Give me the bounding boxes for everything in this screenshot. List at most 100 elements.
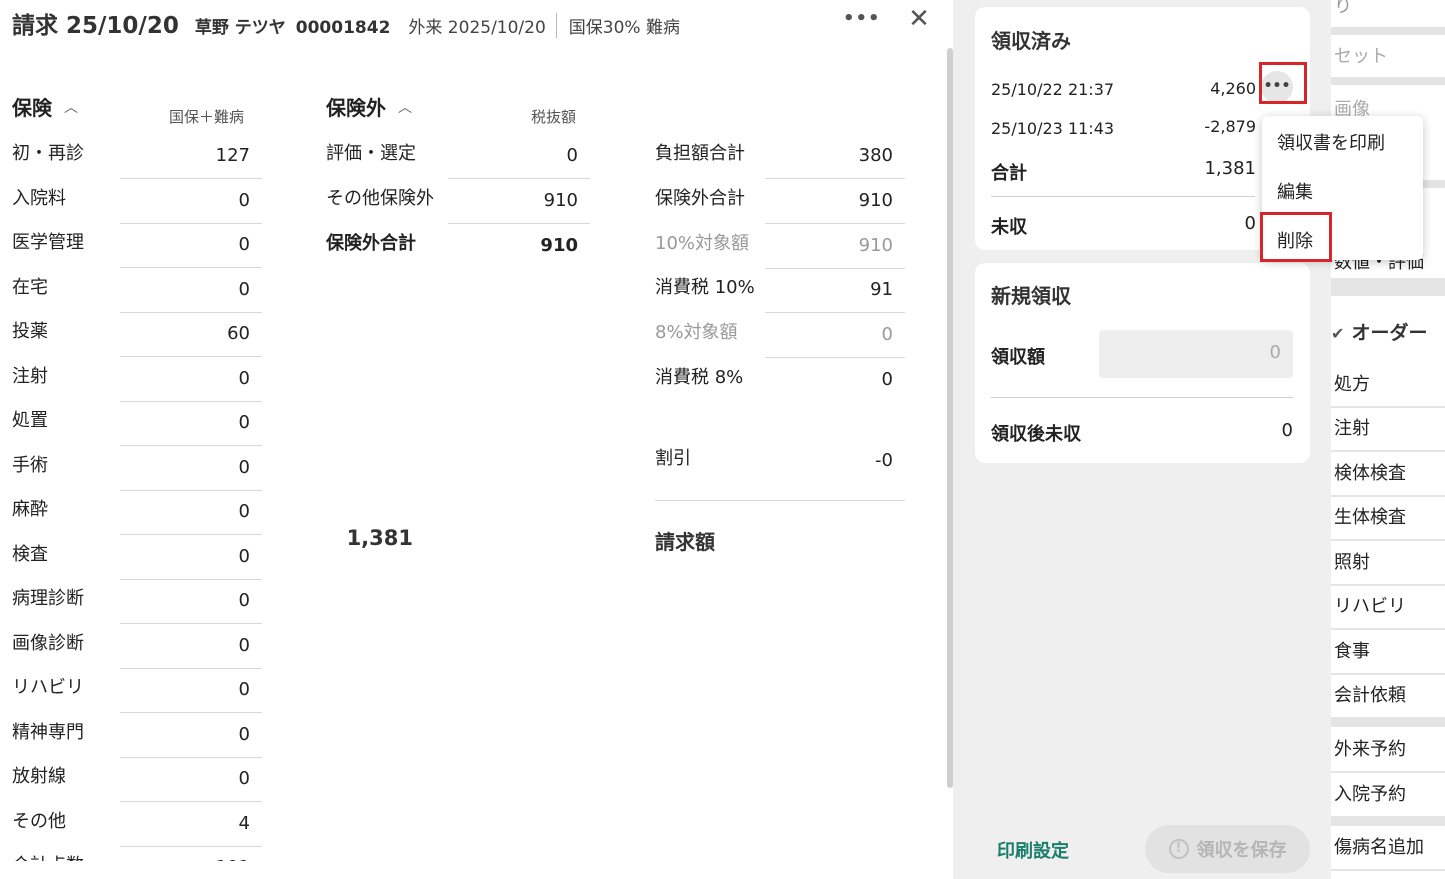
receipt-amount-2: -2,879 (1204, 117, 1256, 136)
table-row: その他 4 (12, 803, 262, 847)
row-label: 負担額合計 (655, 143, 745, 164)
print-receipt-menu-item[interactable]: 領収書を印刷 (1277, 129, 1385, 155)
order-item[interactable]: 検体検査 (1334, 459, 1406, 485)
order-item[interactable]: 会計依頼 (1334, 681, 1406, 707)
table-row: 消費税 10% 91 (655, 269, 905, 314)
divider (1331, 869, 1445, 871)
order-item[interactable]: 照射 (1334, 548, 1370, 574)
order-item[interactable]: 傷病名追加 (1334, 833, 1424, 859)
table-row: 初・再診 127 (12, 135, 262, 179)
divider (1331, 450, 1445, 452)
row-label: 在宅 (12, 276, 48, 298)
invoice-header: 請求 25/10/20 草野 テツヤ 00001842 外来 2025/10/2… (12, 6, 680, 40)
divider (448, 223, 590, 224)
row-value: 0 (881, 324, 893, 346)
row-value: 127 (215, 145, 250, 166)
after-receipt-unpaid-value: 0 (1281, 420, 1293, 441)
partial-heading: り (1334, 0, 1352, 17)
row-value: 0 (238, 634, 250, 656)
row-label: 検査 (12, 543, 48, 565)
table-row: 在宅 0 (12, 269, 262, 313)
table-row: その他保険外 910 (326, 180, 590, 224)
row-label: 放射線 (12, 766, 66, 787)
row-value: 4 (238, 812, 250, 834)
divider (655, 500, 905, 501)
receipt-amount-1: 4,260 (1210, 79, 1256, 98)
after-receipt-unpaid-label: 領収後未収 (991, 424, 1081, 445)
reset-label[interactable]: セット (1334, 42, 1388, 68)
table-row: 10%対象額 910 (655, 225, 905, 269)
insurance-section-header[interactable]: 保険 ︿ (12, 92, 78, 121)
row-value: 0 (238, 412, 250, 433)
visit-info: 外来 2025/10/20 (408, 13, 557, 38)
received-total-label: 合計 (991, 163, 1027, 184)
chevron-up-icon: ︿ (64, 99, 78, 116)
row-label: 初・再診 (12, 143, 84, 164)
receipt-amount-label: 領収額 (991, 347, 1045, 368)
row-label: 評価・選定 (326, 143, 416, 164)
row-label: 割引 (655, 448, 691, 469)
order-item[interactable]: 外来予約 (1334, 735, 1406, 761)
unpaid-label: 未収 (991, 217, 1027, 238)
row-value: 910 (543, 190, 578, 211)
print-settings-link[interactable]: 印刷設定 (997, 837, 1069, 863)
table-row: 8%対象額 0 (655, 314, 905, 359)
row-value: 0 (566, 145, 578, 166)
more-menu-button[interactable]: ••• (843, 8, 880, 34)
divider (1331, 628, 1445, 630)
table-row: 割引 -0 (655, 440, 905, 484)
billing-total-value: 1,381 (346, 526, 413, 550)
table-row: 処置 0 (12, 402, 262, 446)
order-item[interactable]: 入院予約 (1334, 780, 1406, 806)
row-label: 精神専門 (12, 721, 84, 743)
row-value: 0 (238, 590, 250, 611)
divider (1331, 584, 1445, 586)
row-value: 0 (238, 367, 250, 389)
row-label: 消費税 8% (655, 367, 744, 388)
new-receipt-title: 新規領収 (991, 284, 1071, 308)
table-row: 注射 0 (12, 358, 262, 402)
row-value: 191 (216, 857, 250, 861)
row-value: 0 (238, 768, 250, 789)
order-item[interactable]: 注射 (1334, 414, 1370, 440)
row-value: 91 (870, 279, 893, 301)
row-label: 処置 (12, 410, 48, 431)
order-header[interactable]: ✔ オーダー (1331, 318, 1428, 345)
receipt-date-2: 25/10/23 11:43 (991, 119, 1115, 138)
close-button[interactable]: ✕ (904, 4, 934, 34)
order-item[interactable]: 食事 (1334, 637, 1370, 663)
divider (1331, 816, 1445, 826)
table-row: 画像診断 0 (12, 625, 262, 669)
table-row: 消費税 8% 0 (655, 359, 905, 403)
external-section-header[interactable]: 保険外 ︿ (326, 92, 412, 121)
insurance-info: 国保30% 難病 (568, 18, 680, 38)
order-item[interactable]: リハビリ (1334, 592, 1406, 618)
row-value: 0 (238, 234, 250, 255)
receipt-date-1: 25/10/22 21:37 (991, 80, 1115, 99)
edit-menu-item[interactable]: 編集 (1277, 178, 1313, 204)
row-value: 0 (238, 278, 250, 300)
row-value: -0 (875, 450, 893, 471)
received-card-title: 領収済み (991, 29, 1071, 53)
order-item[interactable]: 生体検査 (1334, 503, 1406, 529)
patient-id: 00001842 (295, 18, 391, 38)
save-receipt-button[interactable]: ! 領収を保存 (1145, 825, 1310, 873)
receipt-amount-input[interactable]: 0 (1099, 330, 1293, 378)
divider (991, 397, 1293, 398)
divider (1331, 539, 1445, 541)
received-total-value: 1,381 (1204, 158, 1256, 179)
row-label: 手術 (12, 454, 48, 476)
table-row: 放射線 0 (12, 758, 262, 802)
table-row: 保険外合計 910 (655, 180, 905, 224)
save-receipt-label: 領収を保存 (1196, 840, 1287, 861)
divider (1331, 717, 1445, 727)
order-item[interactable]: 処方 (1334, 370, 1370, 396)
highlight-box (1260, 212, 1332, 262)
table-row: 保険外合計 910 (326, 225, 590, 269)
order-header-label: オーダー (1351, 322, 1428, 344)
table-row: 入院料 0 (12, 180, 262, 224)
table-row: 合計点数 191 (12, 847, 262, 861)
row-value: 910 (858, 234, 893, 256)
highlight-box (1259, 62, 1307, 104)
table-row: 検査 0 (12, 536, 262, 580)
